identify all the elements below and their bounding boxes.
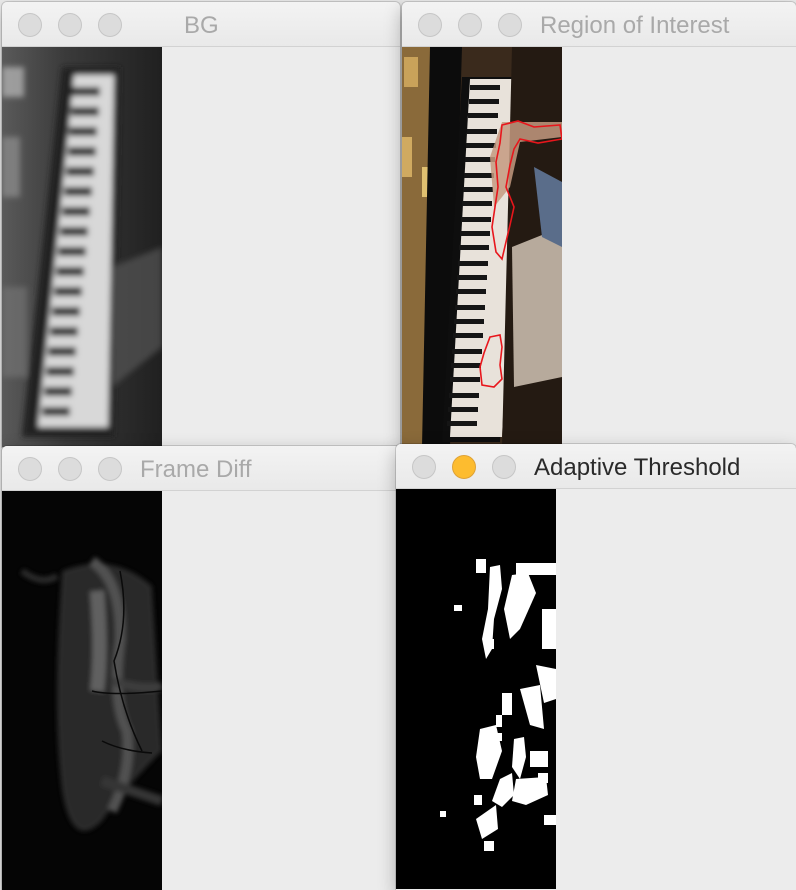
roi-image — [402, 47, 562, 447]
window-title: Frame Diff — [140, 456, 252, 483]
diff-image — [2, 491, 162, 890]
diff-titlebar[interactable]: Frame Diff — [2, 446, 400, 491]
thresh-titlebar[interactable]: Adaptive Threshold — [396, 444, 796, 489]
close-button[interactable] — [412, 455, 436, 479]
zoom-button[interactable] — [498, 13, 522, 37]
zoom-button[interactable] — [98, 13, 122, 37]
minimize-button[interactable] — [458, 13, 482, 37]
bg-image — [2, 47, 162, 447]
bg-content — [2, 47, 400, 447]
roi-titlebar[interactable]: Region of Interest — [402, 2, 796, 47]
roi-content — [402, 47, 796, 447]
zoom-button[interactable] — [492, 455, 516, 479]
close-button[interactable] — [18, 457, 42, 481]
window-title: Adaptive Threshold — [534, 454, 741, 481]
diff-content — [2, 491, 400, 890]
diff-window[interactable]: Frame Diff — [2, 446, 400, 890]
window-title: Region of Interest — [540, 12, 730, 39]
close-button[interactable] — [418, 13, 442, 37]
bg-titlebar[interactable]: BG — [2, 2, 400, 47]
roi-window[interactable]: Region of Interest — [402, 2, 796, 447]
minimize-button[interactable] — [58, 13, 82, 37]
close-button[interactable] — [18, 13, 42, 37]
window-title: BG — [184, 12, 219, 39]
minimize-button[interactable] — [58, 457, 82, 481]
minimize-button[interactable] — [452, 455, 476, 479]
bg-window[interactable]: BG — [2, 2, 400, 447]
zoom-button[interactable] — [98, 457, 122, 481]
thresh-content — [396, 489, 796, 890]
thresh-window[interactable]: Adaptive Threshold — [396, 444, 796, 890]
thresh-image — [396, 489, 556, 890]
